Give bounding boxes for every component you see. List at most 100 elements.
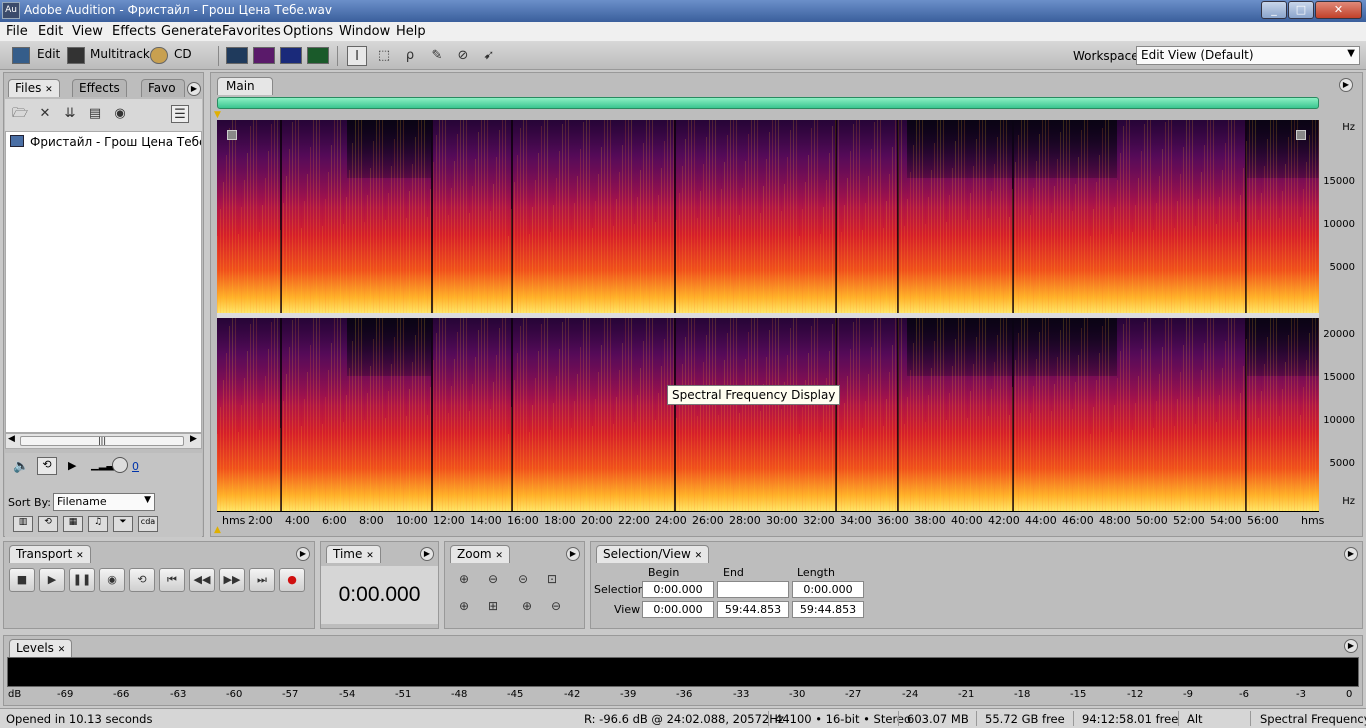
zoom-out-horizontal-icon[interactable]: ⊖ <box>483 569 503 589</box>
channel-left-spectrogram[interactable] <box>217 120 1319 313</box>
multitrack-view-icon[interactable] <box>67 47 85 64</box>
menu-help[interactable]: Help <box>396 24 426 39</box>
pause-button[interactable]: ❚❚ <box>69 568 95 592</box>
loop-icon[interactable]: ⟲ <box>37 457 57 475</box>
go-to-end-button[interactable]: ⏭ <box>249 568 275 592</box>
show-video-icon[interactable]: ▦ <box>63 516 83 532</box>
selection-end-field[interactable] <box>717 581 789 598</box>
view-begin-field[interactable]: 0:00.000 <box>642 601 714 618</box>
view-length-field[interactable]: 59:44.853 <box>792 601 864 618</box>
speaker-icon[interactable]: 🔈 <box>13 459 29 474</box>
zoom-in-horizontal-icon[interactable]: ⊕ <box>454 569 474 589</box>
panel-menu-icon[interactable]: ▶ <box>566 547 580 561</box>
overview-range-bar[interactable] <box>217 97 1319 109</box>
menu-favorites[interactable]: Favorites <box>222 24 281 39</box>
fast-forward-button[interactable]: ▶▶ <box>219 568 245 592</box>
marquee-selection-tool-icon[interactable]: ⬚ <box>374 46 394 66</box>
autoplay-icon[interactable]: ◉ <box>111 105 129 123</box>
selection-begin-field[interactable]: 0:00.000 <box>642 581 714 598</box>
show-filter-icon[interactable]: ⏷ <box>113 516 133 532</box>
scrollbar-thumb[interactable]: ||| <box>20 436 184 446</box>
scrub-tool-icon[interactable]: ➹ <box>479 46 499 66</box>
lasso-tool-icon[interactable]: ρ <box>400 46 420 66</box>
spectral-phase-icon[interactable] <box>307 47 329 64</box>
brush-tool-icon[interactable]: ✎ <box>427 46 447 66</box>
record-button[interactable]: ● <box>279 568 305 592</box>
close-file-icon[interactable]: ✕ <box>36 105 54 123</box>
play-button[interactable]: ▶ <box>39 568 65 592</box>
spectral-frequency-display[interactable]: Spectral Frequency Display <box>217 120 1319 512</box>
stop-button[interactable]: ■ <box>9 568 35 592</box>
spot-healing-tool-icon[interactable]: ⊘ <box>453 46 473 66</box>
panel-menu-icon[interactable]: ▶ <box>1339 78 1353 92</box>
close-icon[interactable]: ✕ <box>76 551 84 561</box>
spectral-frequency-icon[interactable] <box>253 47 275 64</box>
cd-view-button[interactable]: CD <box>174 47 192 61</box>
edit-view-button[interactable]: Edit <box>37 47 60 61</box>
view-end-field[interactable]: 59:44.853 <box>717 601 789 618</box>
zoom-to-left-edge-icon[interactable]: ⊕ <box>454 596 474 616</box>
pan-value[interactable]: 0 <box>132 460 139 473</box>
close-icon[interactable]: ✕ <box>45 85 53 95</box>
show-loops-icon[interactable]: ⟲ <box>38 516 58 532</box>
selection-length-field[interactable]: 0:00.000 <box>792 581 864 598</box>
zoom-corner-icon[interactable] <box>1296 130 1306 140</box>
edit-view-icon[interactable] <box>12 47 30 64</box>
files-horizontal-scrollbar[interactable]: ◀ ||| ▶ <box>5 433 202 449</box>
scroll-right-icon[interactable]: ▶ <box>190 434 197 444</box>
playhead-marker-icon[interactable]: ▲ <box>214 525 221 535</box>
show-midi-icon[interactable]: ♫ <box>88 516 108 532</box>
maximize-button[interactable]: □ <box>1288 1 1314 19</box>
panel-menu-icon[interactable]: ▶ <box>296 547 310 561</box>
sort-by-dropdown[interactable]: Filename ▼ <box>53 493 155 511</box>
insert-into-multitrack-icon[interactable]: ▤ <box>86 105 104 123</box>
show-waves-icon[interactable]: ▥ <box>13 516 33 532</box>
time-ruler[interactable]: hms 2:00 4:00 6:00 8:00 10:00 12:00 14:00 16:00 1… <box>217 512 1324 532</box>
open-file-icon[interactable]: 🗁 <box>11 105 29 123</box>
rewind-button[interactable]: ◀◀ <box>189 568 215 592</box>
menu-edit[interactable]: Edit <box>38 24 63 39</box>
scroll-left-icon[interactable]: ◀ <box>8 434 15 444</box>
menu-generate[interactable]: Generate <box>161 24 222 39</box>
panel-menu-icon[interactable]: ▶ <box>187 82 201 96</box>
zoom-to-right-edge-icon[interactable]: ⊞ <box>483 596 503 616</box>
panel-menu-icon[interactable]: ▶ <box>1344 547 1358 561</box>
show-cda-icon[interactable]: cda <box>138 516 158 532</box>
close-button[interactable]: ✕ <box>1315 1 1362 19</box>
zoom-in-vertical-icon[interactable]: ⊕ <box>517 596 537 616</box>
tab-favorites[interactable]: Favo <box>141 79 185 97</box>
panel-menu-icon[interactable]: ▶ <box>420 547 434 561</box>
spectral-pan-icon[interactable] <box>280 47 302 64</box>
waveform-display-icon[interactable] <box>226 47 248 64</box>
play-to-end-button[interactable]: ◉ <box>99 568 125 592</box>
go-to-start-button[interactable]: ⏮ <box>159 568 185 592</box>
playhead-marker-icon[interactable]: ▼ <box>214 110 221 120</box>
minimize-button[interactable]: _ <box>1261 1 1287 19</box>
workspace-dropdown[interactable]: Edit View (Default) ▼ <box>1136 46 1360 65</box>
time-selection-tool-icon[interactable]: I <box>347 46 367 66</box>
tab-files[interactable]: Files ✕ <box>8 79 60 97</box>
menu-effects[interactable]: Effects <box>112 24 156 39</box>
zoom-out-vertical-icon[interactable]: ⊖ <box>546 596 566 616</box>
tab-main[interactable]: Main <box>217 77 273 95</box>
menu-view[interactable]: View <box>72 24 103 39</box>
cd-view-icon[interactable] <box>150 47 168 64</box>
menu-options[interactable]: Options <box>283 24 333 39</box>
play-icon[interactable]: ▶ <box>68 459 76 472</box>
multitrack-view-button[interactable]: Multitrack <box>90 47 150 61</box>
menu-file[interactable]: File <box>6 24 28 39</box>
tab-zoom[interactable]: Zoom ✕ <box>450 545 510 563</box>
file-list-item[interactable]: Фристайл - Грош Цена Тебе.wav <box>30 135 201 149</box>
menu-window[interactable]: Window <box>339 24 390 39</box>
import-icon[interactable]: ⇊ <box>61 105 79 123</box>
pan-knob[interactable] <box>112 457 128 473</box>
tab-effects[interactable]: Effects <box>72 79 127 97</box>
tab-selection-view[interactable]: Selection/View ✕ <box>596 545 710 563</box>
close-icon[interactable]: ✕ <box>366 551 374 561</box>
channel-right-spectrogram[interactable] <box>217 318 1319 511</box>
tab-time[interactable]: Time ✕ <box>326 545 381 563</box>
zoom-out-full-icon[interactable]: ⊝ <box>513 569 533 589</box>
close-icon[interactable]: ✕ <box>495 551 503 561</box>
close-icon[interactable]: ✕ <box>695 551 703 561</box>
tab-transport[interactable]: Transport ✕ <box>9 545 91 563</box>
